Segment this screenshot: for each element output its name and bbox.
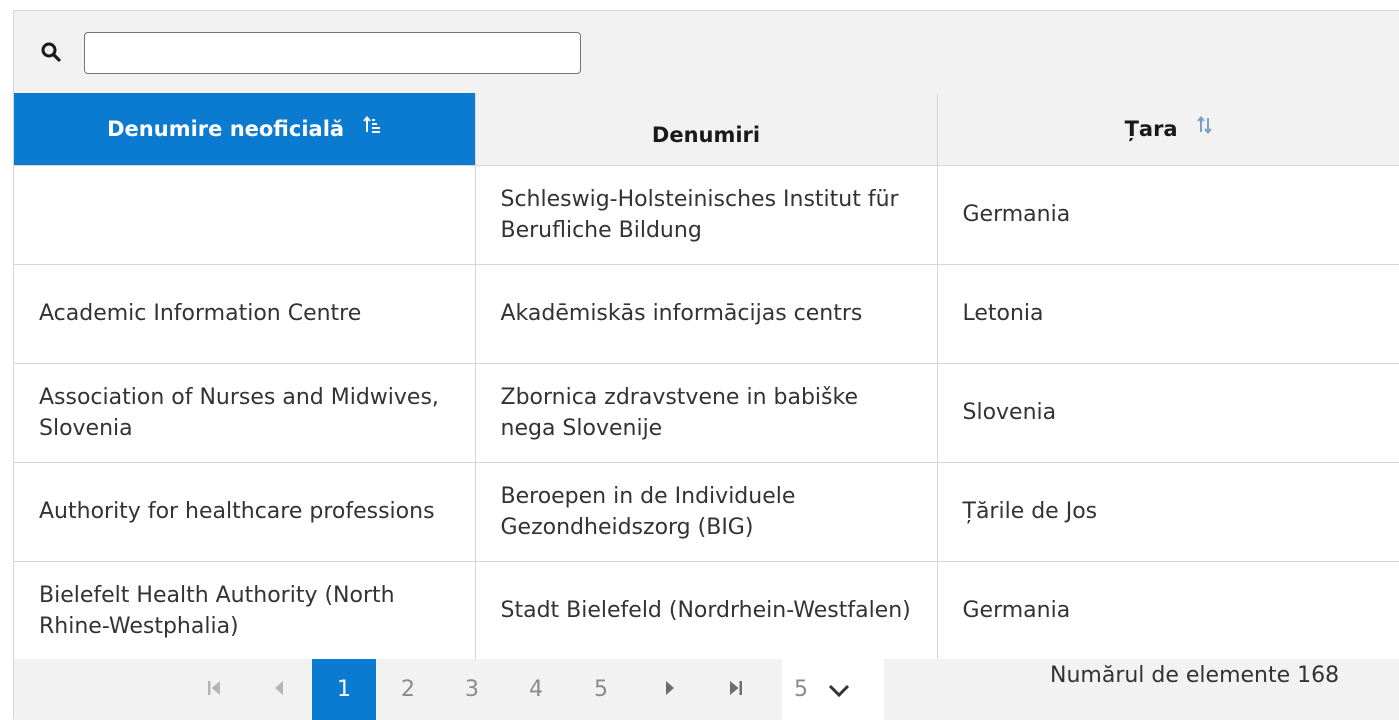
last-page-button[interactable] [704, 659, 768, 720]
first-page-icon [207, 677, 221, 702]
page-button-3[interactable]: 3 [440, 659, 504, 720]
table-row[interactable]: Academic Information Centre Akadēmiskās … [14, 264, 1399, 364]
cell-names: Beroepen in de Individuele Gezondheidszo… [474, 462, 937, 562]
table-row[interactable]: Bielefelt Health Authority (North Rhine-… [14, 561, 1399, 661]
search-icon [41, 42, 61, 62]
table-row[interactable]: Authority for healthcare professions Ber… [14, 462, 1399, 562]
cell-unofficial-name: Association of Nurses and Midwives, Slov… [14, 363, 475, 463]
cell-country: Slovenia [936, 363, 1399, 463]
sort-both-icon[interactable] [1197, 115, 1213, 139]
page-size-value: 5 [794, 677, 808, 702]
first-page-button[interactable] [182, 659, 246, 720]
column-header-label: Țara [1124, 116, 1178, 141]
table-row[interactable]: Association of Nurses and Midwives, Slov… [14, 363, 1399, 463]
column-header-label: Denumiri [651, 122, 761, 147]
next-page-button[interactable] [638, 659, 702, 720]
cell-names: Stadt Bielefeld (Nordrhein-Westfalen) [474, 561, 937, 661]
results-table: Denumire neoficială Denumiri Țara Schles… [14, 93, 1399, 661]
cell-unofficial-name: Academic Information Centre [14, 264, 475, 364]
previous-page-icon [273, 677, 285, 702]
chevron-down-icon [828, 679, 850, 704]
search-input[interactable] [84, 32, 581, 74]
cell-unofficial-name: Authority for healthcare professions [14, 462, 475, 562]
last-page-icon [729, 677, 743, 702]
next-page-icon [664, 677, 676, 702]
column-header-names: Denumiri [474, 93, 937, 166]
table-row[interactable]: Schleswig-Holsteinisches Institut für Be… [14, 165, 1399, 265]
page-size-select[interactable]: 5 [782, 659, 884, 720]
cell-unofficial-name: Bielefelt Health Authority (North Rhine-… [14, 561, 475, 661]
cell-names: Zbornica zdravstvene in babiške nega Slo… [474, 363, 937, 463]
column-header-label: Denumire neoficială [107, 116, 345, 141]
column-header-unofficial-name[interactable]: Denumire neoficială [14, 93, 475, 166]
page-button-1[interactable]: 1 [312, 659, 376, 720]
cell-country: Germania [936, 561, 1399, 661]
search-bar [14, 11, 1399, 93]
page-button-5[interactable]: 5 [569, 659, 633, 720]
page-button-4[interactable]: 4 [504, 659, 568, 720]
cell-country: Letonia [936, 264, 1399, 364]
cell-names: Akadēmiskās informācijas centrs [474, 264, 937, 364]
previous-page-button[interactable] [247, 659, 311, 720]
cell-unofficial-name [14, 165, 475, 265]
table-header-row: Denumire neoficială Denumiri Țara [14, 93, 1399, 166]
cell-country: Germania [936, 165, 1399, 265]
cell-names: Schleswig-Holsteinisches Institut für Be… [474, 165, 937, 265]
page-button-2[interactable]: 2 [376, 659, 440, 720]
sort-ascending-icon[interactable] [363, 115, 381, 139]
pager: 1 2 3 4 5 5 Numărul de elemente 168 [14, 659, 1399, 720]
data-grid: Denumire neoficială Denumiri Țara Schles… [13, 10, 1399, 720]
cell-country: Țările de Jos [936, 462, 1399, 562]
item-count: Numărul de elemente 168 [1050, 663, 1340, 688]
column-header-country[interactable]: Țara [936, 93, 1399, 166]
